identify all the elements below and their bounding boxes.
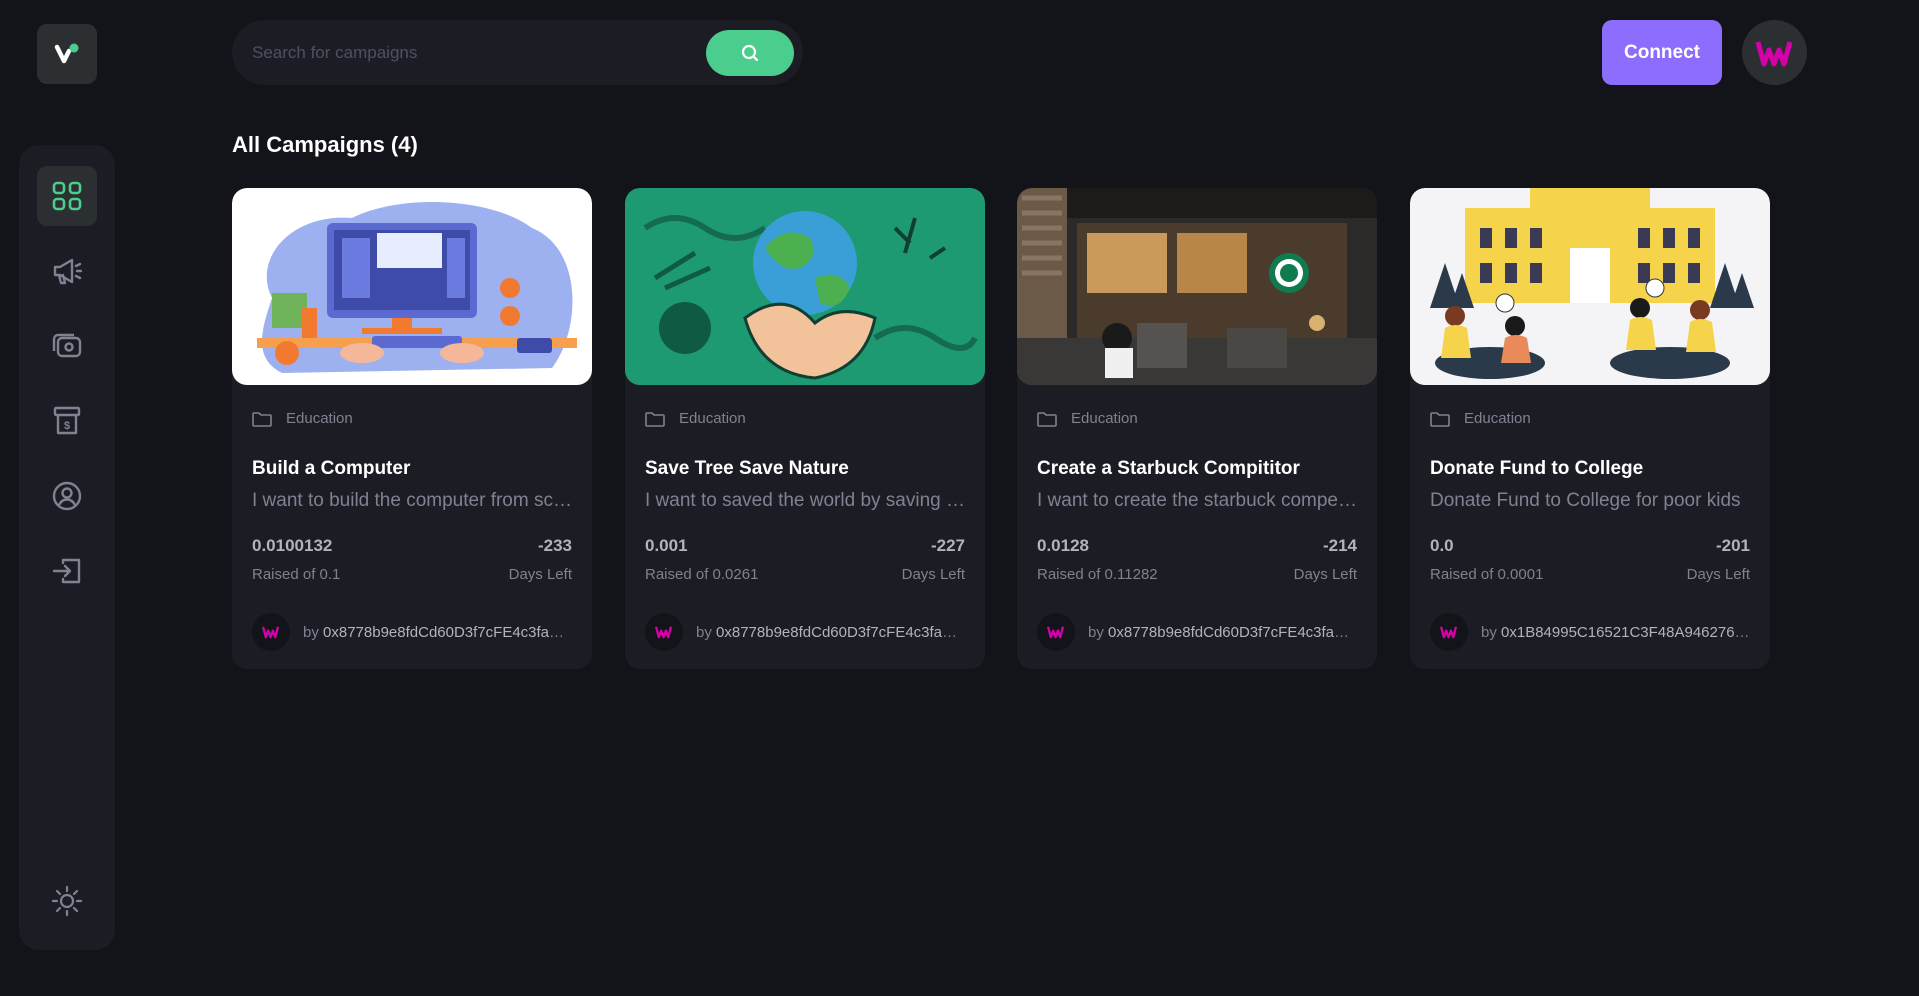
owner-by-label: by	[303, 623, 319, 641]
target-label: Raised of 0.0261	[645, 566, 759, 583]
amount-collected: 0.0128	[1037, 536, 1089, 555]
owner-row: by 0x8778b9e8fdCd60D3f7cFE4c3fa20f1	[645, 613, 965, 651]
owner-by-label: by	[696, 623, 712, 641]
search-button[interactable]	[706, 29, 794, 76]
folder-icon	[1037, 411, 1057, 427]
dashboard-grid-icon	[52, 181, 82, 211]
folder-icon	[645, 411, 665, 427]
owner-address-value: 0x8778b9e8fdCd60D3f7cFE4c3fa20f1	[1108, 623, 1357, 641]
folder-icon	[252, 411, 272, 427]
theme-toggle[interactable]	[37, 871, 97, 931]
sidebar-item-campaign[interactable]	[37, 241, 97, 301]
profile-avatar[interactable]	[1742, 20, 1807, 85]
payment-card-icon	[52, 333, 82, 358]
days-left-label: Days Left	[508, 566, 572, 583]
sidebar-item-profile[interactable]	[37, 466, 97, 526]
campaign-card[interactable]: Education Create a Starbuck Compititor I…	[1017, 188, 1377, 669]
campaign-description: Donate Fund to College for poor kids	[1430, 490, 1741, 511]
campaign-title: Save Tree Save Nature	[645, 458, 849, 479]
category-label: Education	[286, 410, 353, 427]
wallet-avatar-icon	[1046, 626, 1065, 639]
days-left-value: -227	[930, 536, 965, 555]
campaign-description: I want to saved the world by saving tree…	[645, 490, 965, 511]
owner-avatar	[645, 613, 683, 651]
category-row: Education	[645, 410, 746, 427]
category-label: Education	[679, 410, 746, 427]
search-bar	[232, 20, 803, 85]
days-left-value: -233	[537, 536, 572, 555]
target-label: Raised of 0.11282	[1037, 566, 1158, 583]
search-input[interactable]	[252, 42, 706, 63]
owner-avatar	[252, 613, 290, 651]
days-left-value: -201	[1715, 536, 1750, 555]
wallet-avatar-icon	[261, 626, 280, 639]
owner-row: by 0x8778b9e8fdCd60D3f7cFE4c3fa20f1	[252, 613, 572, 651]
owner-address: by 0x8778b9e8fdCd60D3f7cFE4c3fa20f1	[1088, 624, 1357, 641]
amount-collected: 0.001	[645, 536, 688, 555]
campaign-image	[1410, 188, 1770, 385]
campaign-card[interactable]: Education Build a Computer I want to bui…	[232, 188, 592, 669]
campaign-image	[1017, 188, 1377, 385]
campaign-image	[625, 188, 985, 385]
folder-icon	[1430, 411, 1450, 427]
owner-avatar	[1037, 613, 1075, 651]
owner-address: by 0x8778b9e8fdCd60D3f7cFE4c3fa20f1	[303, 624, 572, 641]
owner-by-label: by	[1088, 623, 1104, 641]
category-row: Education	[1430, 410, 1531, 427]
campaign-description: I want to create the starbuck competitor	[1037, 490, 1357, 511]
sidebar-item-dashboard[interactable]	[37, 166, 97, 226]
logout-icon	[52, 558, 81, 584]
campaign-title: Create a Starbuck Compititor	[1037, 458, 1300, 479]
days-left-label: Days Left	[1686, 566, 1750, 583]
days-left-value: -214	[1322, 536, 1357, 555]
owner-address-value: 0x8778b9e8fdCd60D3f7cFE4c3fa20f1	[716, 623, 965, 641]
owner-address-value: 0x1B84995C16521C3F48A946276F1	[1501, 623, 1750, 641]
owner-address: by 0x8778b9e8fdCd60D3f7cFE4c3fa20f1	[696, 624, 965, 641]
sun-icon	[51, 885, 83, 917]
sidebar-item-payment[interactable]	[37, 316, 97, 376]
logo[interactable]	[37, 24, 97, 84]
days-left-label: Days Left	[1293, 566, 1357, 583]
search-icon	[741, 44, 759, 61]
campaign-card[interactable]: Education Save Tree Save Nature I want t…	[625, 188, 985, 669]
withdraw-icon: $	[53, 406, 81, 435]
wallet-avatar-icon	[1755, 40, 1792, 66]
sidebar-item-withdraw[interactable]: $	[37, 391, 97, 451]
sidebar-item-logout[interactable]	[37, 541, 97, 601]
owner-row: by 0x1B84995C16521C3F48A946276F1	[1430, 613, 1750, 651]
amount-collected: 0.0	[1430, 536, 1454, 555]
svg-text:$: $	[64, 420, 70, 432]
megaphone-icon	[53, 258, 83, 285]
target-label: Raised of 0.1	[252, 566, 341, 583]
page-title: All Campaigns (4)	[232, 132, 418, 157]
owner-row: by 0x8778b9e8fdCd60D3f7cFE4c3fa20f1	[1037, 613, 1357, 651]
target-label: Raised of 0.0001	[1430, 566, 1544, 583]
campaign-card[interactable]: Education Donate Fund to College Donate …	[1410, 188, 1770, 669]
vault-logo-icon	[54, 43, 79, 64]
owner-address-value: 0x8778b9e8fdCd60D3f7cFE4c3fa20f1	[323, 623, 572, 641]
user-circle-icon	[52, 481, 82, 511]
days-left-label: Days Left	[901, 566, 965, 583]
connect-button[interactable]: Connect	[1602, 20, 1722, 85]
amount-collected: 0.0100132	[252, 536, 333, 555]
campaign-title: Build a Computer	[252, 458, 411, 479]
campaign-description: I want to build the computer from scratc…	[252, 490, 572, 511]
category-row: Education	[252, 410, 353, 427]
wallet-avatar-icon	[654, 626, 673, 639]
campaign-image	[232, 188, 592, 385]
campaign-title: Donate Fund to College	[1430, 458, 1644, 479]
owner-avatar	[1430, 613, 1468, 651]
category-label: Education	[1464, 410, 1531, 427]
owner-by-label: by	[1481, 623, 1497, 641]
app-root: $ Connect	[0, 0, 1919, 996]
category-label: Education	[1071, 410, 1138, 427]
owner-address: by 0x1B84995C16521C3F48A946276F1	[1481, 624, 1750, 641]
wallet-avatar-icon	[1439, 626, 1458, 639]
category-row: Education	[1037, 410, 1138, 427]
sidebar: $	[19, 145, 115, 950]
